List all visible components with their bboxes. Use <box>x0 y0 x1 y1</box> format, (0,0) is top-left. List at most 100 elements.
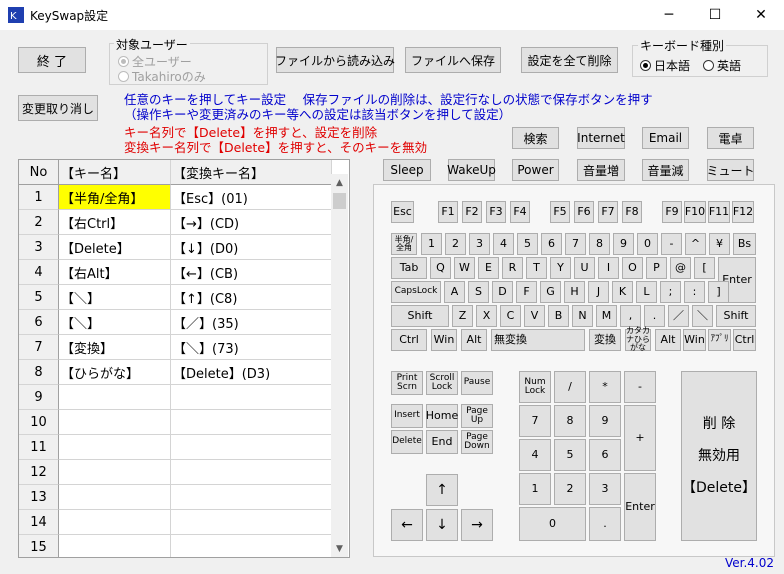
key-arrow-down[interactable]: ↓ <box>426 509 458 541</box>
key-slash[interactable]: ／ <box>668 305 689 327</box>
table-row[interactable]: 8 【ひらがな】 【Delete】(D3) <box>19 360 332 385</box>
key-page-down[interactable]: Page Down <box>461 430 493 454</box>
key-b[interactable]: B <box>548 305 569 327</box>
key-name-cell[interactable]: 【右Ctrl】 <box>59 210 171 235</box>
key-f10[interactable]: F10 <box>684 201 706 223</box>
scroll-up-arrow-icon[interactable]: ▲ <box>331 174 348 191</box>
table-row[interactable]: 7 【変換】 【＼】(73) <box>19 335 332 360</box>
key-home[interactable]: Home <box>426 404 458 428</box>
key-2[interactable]: 2 <box>445 233 466 255</box>
key-numpad-7[interactable]: 7 <box>519 405 551 437</box>
key-d[interactable]: D <box>492 281 513 303</box>
key-numpad-multiply[interactable]: * <box>589 371 621 403</box>
key-numpad-divide[interactable]: / <box>554 371 586 403</box>
key-left-bracket[interactable]: [ <box>694 257 715 279</box>
key-semicolon[interactable]: ; <box>660 281 681 303</box>
mapped-key-cell[interactable] <box>171 510 332 535</box>
key-page-up[interactable]: Page Up <box>461 404 493 428</box>
key-t[interactable]: T <box>526 257 547 279</box>
key-left-ctrl[interactable]: Ctrl <box>391 329 427 351</box>
key-name-cell[interactable] <box>59 410 171 435</box>
key-num-lock[interactable]: Num Lock <box>519 371 551 403</box>
key-a[interactable]: A <box>444 281 465 303</box>
key-f1[interactable]: F1 <box>438 201 458 223</box>
key-capslock[interactable]: CapsLock <box>391 281 441 303</box>
key-h[interactable]: H <box>564 281 585 303</box>
table-row[interactable]: 1 【半角/全角】 【Esc】(01) <box>19 185 332 210</box>
key-u[interactable]: U <box>574 257 595 279</box>
key-3[interactable]: 3 <box>469 233 490 255</box>
key-henkan[interactable]: 変換 <box>589 329 621 351</box>
mapped-key-cell[interactable] <box>171 435 332 460</box>
key-4[interactable]: 4 <box>493 233 514 255</box>
table-row[interactable]: 4 【右Alt】 【←】(CB) <box>19 260 332 285</box>
key-right-alt[interactable]: Alt <box>655 329 681 351</box>
key-m[interactable]: M <box>596 305 617 327</box>
key-right-ctrl[interactable]: Ctrl <box>733 329 756 351</box>
key-right-shift[interactable]: Shift <box>716 305 756 327</box>
key-7[interactable]: 7 <box>565 233 586 255</box>
maximize-button[interactable]: ☐ <box>692 0 738 30</box>
key-6[interactable]: 6 <box>541 233 562 255</box>
key-1[interactable]: 1 <box>421 233 442 255</box>
key-numpad-9[interactable]: 9 <box>589 405 621 437</box>
key-numpad-add[interactable]: + <box>624 405 656 471</box>
key-colon[interactable]: : <box>684 281 705 303</box>
key-q[interactable]: Q <box>430 257 451 279</box>
volume-down-key-button[interactable]: 音量減 <box>642 159 689 181</box>
key-y[interactable]: Y <box>550 257 571 279</box>
key-katakana-hiragana[interactable]: カタカナひらがな <box>625 327 651 352</box>
key-name-cell[interactable]: 【変換】 <box>59 335 171 360</box>
key-name-cell[interactable]: 【Delete】 <box>59 235 171 260</box>
key-caret[interactable]: ^ <box>685 233 706 255</box>
mapped-key-cell[interactable]: 【↓】(D0) <box>171 235 332 260</box>
key-s[interactable]: S <box>468 281 489 303</box>
table-row[interactable]: 12 <box>19 460 332 485</box>
key-numpad-subtract[interactable]: - <box>624 371 656 403</box>
mapped-key-cell[interactable]: 【↑】(C8) <box>171 285 332 310</box>
radio-english[interactable]: 英語 <box>703 57 741 74</box>
key-mapping-grid[interactable]: No 【キー名】 【変換キー名】 1 【半角/全角】 【Esc】(01) 2 【右Ctr… <box>18 159 350 558</box>
key-name-cell[interactable] <box>59 435 171 460</box>
key-numpad-4[interactable]: 4 <box>519 439 551 471</box>
key-numpad-5[interactable]: 5 <box>554 439 586 471</box>
key-backspace[interactable]: Bs <box>733 233 756 255</box>
table-row[interactable]: 3 【Delete】 【↓】(D0) <box>19 235 332 260</box>
key-name-cell[interactable]: 【ひらがな】 <box>59 360 171 385</box>
key-minus[interactable]: - <box>661 233 682 255</box>
key-p[interactable]: P <box>646 257 667 279</box>
key-k[interactable]: K <box>612 281 633 303</box>
key-name-cell[interactable]: 【＼】 <box>59 310 171 335</box>
key-g[interactable]: G <box>540 281 561 303</box>
key-5[interactable]: 5 <box>517 233 538 255</box>
save-to-file-button[interactable]: ファイルへ保存 <box>405 47 501 73</box>
internet-key-button[interactable]: Internet <box>577 127 625 149</box>
mapped-key-cell[interactable] <box>171 485 332 510</box>
volume-up-key-button[interactable]: 音量増 <box>577 159 625 181</box>
key-0[interactable]: 0 <box>637 233 658 255</box>
table-row[interactable]: 6 【＼】 【／】(35) <box>19 310 332 335</box>
key-comma[interactable]: , <box>620 305 641 327</box>
key-name-cell[interactable]: 【半角/全角】 <box>59 185 171 210</box>
key-f11[interactable]: F11 <box>708 201 730 223</box>
key-at[interactable]: @ <box>670 257 691 279</box>
key-8[interactable]: 8 <box>589 233 610 255</box>
key-name-cell[interactable]: 【＼】 <box>59 285 171 310</box>
key-hankaku-zenkaku[interactable]: 半角/全角 <box>391 233 417 255</box>
email-key-button[interactable]: Email <box>642 127 689 149</box>
table-row[interactable]: 9 <box>19 385 332 410</box>
search-key-button[interactable]: 検索 <box>512 127 559 149</box>
key-numpad-1[interactable]: 1 <box>519 473 551 505</box>
table-row[interactable]: 10 <box>19 410 332 435</box>
key-period[interactable]: . <box>644 305 665 327</box>
key-arrow-right[interactable]: → <box>461 509 493 541</box>
key-f[interactable]: F <box>516 281 537 303</box>
key-numpad-0[interactable]: 0 <box>519 507 586 541</box>
delete-all-settings-button[interactable]: 設定を全て削除 <box>521 47 618 73</box>
key-f3[interactable]: F3 <box>486 201 506 223</box>
key-delete[interactable]: Delete <box>391 430 423 454</box>
key-arrow-left[interactable]: ← <box>391 509 423 541</box>
sleep-key-button[interactable]: Sleep <box>383 159 431 181</box>
key-print-screen[interactable]: Print Scrn <box>391 371 423 395</box>
table-row[interactable]: 15 <box>19 535 332 557</box>
